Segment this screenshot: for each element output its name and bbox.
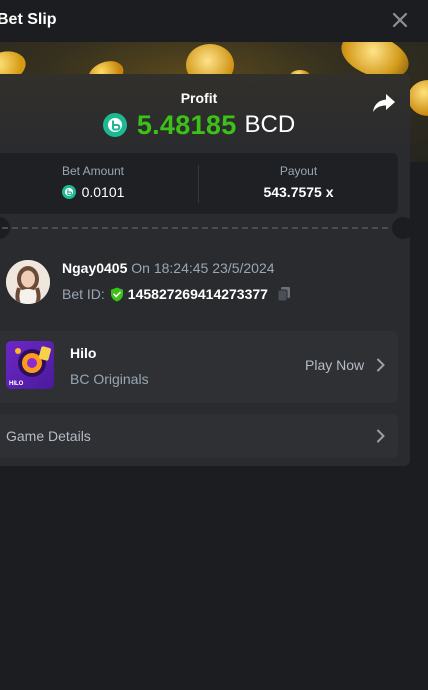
hilo-game-thumbnail[interactable]: HILO — [6, 341, 54, 389]
ticket-notch-right — [392, 217, 410, 239]
play-now-label: Play Now — [305, 357, 365, 373]
bc-coin-icon — [61, 185, 76, 199]
bet-amount-row: 0.0101 — [0, 184, 198, 200]
bet-id-value: 145827269414273377 — [127, 286, 268, 302]
payout-value: 543.7575 x — [263, 184, 334, 200]
share-icon — [373, 94, 395, 112]
hilo-thumb-text: HILO — [9, 381, 24, 387]
profit-label: Profit — [180, 90, 218, 106]
game-name: Hilo — [70, 345, 97, 361]
profit-row: 5.48185 BCD — [0, 109, 410, 141]
modal-title: Bet Slip — [0, 11, 57, 28]
bet-amount-stat: Bet Amount 0.0101 — [0, 153, 198, 214]
bet-slip-card: Profit 5.48185 BCD Bet Amount 0.0101 Pay… — [0, 74, 410, 466]
bet-slip-header: Bet Slip — [0, 0, 428, 42]
bet-user-line: Ngay0405 On 18:24:45 23/5/2024 — [62, 260, 275, 276]
user-avatar[interactable] — [6, 260, 50, 304]
profit-section: Profit 5.48185 BCD — [0, 74, 410, 152]
bet-timestamp: On 18:24:45 23/5/2024 — [131, 260, 275, 276]
username[interactable]: Ngay0405 — [62, 260, 127, 276]
profit-amount: 5.48185 — [136, 109, 237, 140]
chevron-right-icon — [377, 429, 385, 443]
bet-id-line: Bet ID: 145827269414273377 — [62, 286, 292, 302]
copy-icon[interactable] — [276, 286, 292, 302]
avatar-image — [6, 260, 50, 304]
share-button[interactable] — [372, 92, 396, 114]
bc-coin-icon — [102, 113, 127, 137]
bet-id-label: Bet ID: — [62, 286, 105, 302]
close-button[interactable] — [389, 9, 411, 31]
ticket-divider — [2, 227, 398, 229]
close-icon — [392, 12, 408, 28]
bet-amount-value: 0.0101 — [81, 184, 125, 200]
game-details-label: Game Details — [6, 428, 91, 444]
gold-coin-decoration — [408, 80, 428, 116]
payout-label: Payout — [279, 164, 318, 178]
profit-currency: BCD — [244, 111, 296, 138]
bet-amount-label: Bet Amount — [61, 164, 125, 178]
game-details-row[interactable]: Game Details — [0, 414, 398, 458]
payout-stat: Payout 543.7575 x — [199, 153, 398, 214]
game-row[interactable]: HILO Hilo BC Originals Play Now — [0, 331, 398, 403]
verified-shield-icon — [110, 287, 123, 301]
play-now-button[interactable]: Play Now — [305, 357, 386, 373]
bet-stats: Bet Amount 0.0101 Payout 543.7575 x — [0, 153, 398, 214]
game-provider: BC Originals — [70, 371, 149, 387]
chevron-right-icon — [377, 358, 386, 372]
